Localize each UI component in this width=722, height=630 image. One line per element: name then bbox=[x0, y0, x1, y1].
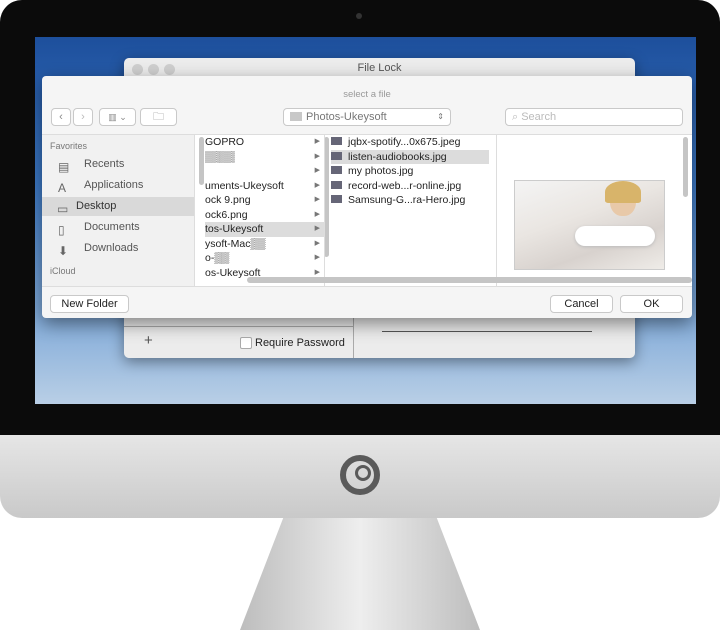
folder-icon bbox=[290, 112, 302, 121]
row-label: ▒▒▒▒ bbox=[205, 150, 235, 163]
sidebar-item-downloads[interactable]: ⬇ Downloads bbox=[50, 239, 192, 258]
applications-icon: A bbox=[58, 181, 67, 195]
scrollbar[interactable] bbox=[199, 137, 204, 185]
sidebar-item-desktop[interactable]: ▭ Desktop bbox=[42, 197, 194, 216]
row-label: ysoft-Mac▒▒ bbox=[205, 237, 266, 250]
scrollbar[interactable] bbox=[683, 137, 688, 197]
require-password-checkbox[interactable] bbox=[240, 337, 252, 349]
view-mode-button[interactable]: ▥ ⌄ bbox=[99, 108, 136, 126]
sidebar-item-label: Recents bbox=[84, 158, 125, 170]
file-row[interactable]: my photos.jpg bbox=[331, 164, 489, 179]
window-title: File Lock bbox=[357, 62, 402, 74]
forward-button[interactable]: › bbox=[73, 108, 93, 126]
sidebar-item-applications[interactable]: A Applications bbox=[50, 176, 192, 195]
browser-column-1: GOPRO ▶ ▒▒▒▒ ▶ ▶ uments-Ukeysoft ▶ ock 9.png ▶ oc… bbox=[194, 135, 324, 286]
bottom-bar: + Require Password bbox=[124, 326, 353, 358]
sidebar-item-label: Applications bbox=[84, 179, 144, 191]
disclosure-arrow-icon: ▶ bbox=[314, 210, 320, 218]
columns-icon: ▥ ⌄ bbox=[108, 112, 127, 122]
dialog-prompt: select a file bbox=[343, 89, 391, 100]
row-label: uments-Ukeysoft bbox=[205, 179, 284, 192]
image-file-icon bbox=[331, 180, 342, 189]
search-icon: ⌕ bbox=[512, 111, 522, 123]
search-input[interactable]: ⌕ Search bbox=[505, 108, 683, 126]
sidebar-item-recents[interactable]: ▤ Recents bbox=[50, 155, 192, 174]
row-label: listen-audiobooks.jpg bbox=[348, 150, 447, 163]
person-body bbox=[575, 226, 655, 246]
row-label: tos-Ukeysoft bbox=[205, 223, 264, 235]
location-label: Photos-Ukeysoft bbox=[306, 111, 387, 123]
folder-row[interactable]: ysoft-Mac▒▒ ▶ bbox=[205, 237, 324, 252]
open-file-dialog: select a file ‹ › ▥ ⌄ 🗀 Photos-Ukeysoft … bbox=[42, 76, 692, 318]
folder-row[interactable]: o-▒▒ ▶ bbox=[205, 251, 324, 266]
folder-row[interactable]: uments-Ukeysoft ▶ bbox=[205, 179, 324, 194]
scrollbar[interactable] bbox=[325, 137, 329, 257]
recents-icon: ▤ bbox=[58, 160, 70, 174]
ok-button[interactable]: OK bbox=[620, 295, 683, 313]
desktop-icon: ▭ bbox=[57, 202, 69, 216]
file-row[interactable]: Samsung-G...ra-Hero.jpg bbox=[331, 193, 489, 208]
location-popup[interactable]: Photos-Ukeysoft ⇕ bbox=[283, 108, 451, 126]
preview-image bbox=[514, 180, 665, 270]
lock-logo-icon bbox=[340, 455, 380, 495]
person-hair bbox=[605, 181, 641, 203]
sidebar-item-label: Documents bbox=[84, 221, 140, 233]
documents-icon: ▯ bbox=[58, 223, 65, 237]
search-placeholder: Search bbox=[521, 111, 557, 123]
image-file-icon bbox=[331, 137, 342, 145]
folder-row[interactable]: ock6.png ▶ bbox=[205, 208, 324, 223]
disclosure-arrow-icon: ▶ bbox=[314, 239, 320, 247]
folder-row[interactable]: ock 9.png ▶ bbox=[205, 193, 324, 208]
folder-row[interactable]: ▒▒▒▒ ▶ bbox=[205, 150, 324, 165]
icloud-heading: iCloud bbox=[50, 266, 76, 276]
image-file-icon bbox=[331, 151, 342, 160]
divider bbox=[382, 331, 592, 332]
folder-row[interactable]: tos-Ukeysoft ▶ bbox=[205, 222, 324, 237]
row-label: my photos.jpg bbox=[348, 165, 414, 177]
camera bbox=[356, 13, 362, 19]
disclosure-arrow-icon: ▶ bbox=[314, 138, 320, 145]
row-label: Samsung-G...ra-Hero.jpg bbox=[348, 194, 466, 206]
downloads-icon: ⬇ bbox=[58, 244, 69, 258]
file-row[interactable]: listen-audiobooks.jpg bbox=[331, 149, 489, 164]
row-label: jqbx-spotify...0x675.jpeg bbox=[348, 136, 461, 148]
screen: File Lock + Require Password select a fi… bbox=[35, 37, 696, 404]
folder-row[interactable]: GOPRO ▶ bbox=[205, 135, 324, 150]
sidebar: Favorites ▤ Recents A Applications ▭ Deskto… bbox=[42, 135, 194, 286]
row-label: o-▒▒ bbox=[205, 252, 230, 264]
row-label: record-web...r-online.jpg bbox=[348, 179, 462, 192]
new-folder-button[interactable]: New Folder bbox=[50, 295, 129, 313]
favorites-heading: Favorites bbox=[50, 141, 88, 151]
folder-icon: 🗀 bbox=[153, 111, 164, 123]
preview-pane bbox=[496, 135, 692, 286]
folder-row[interactable]: ▶ bbox=[205, 164, 324, 179]
image-file-icon bbox=[331, 166, 342, 174]
add-button[interactable]: + bbox=[144, 332, 153, 349]
disclosure-arrow-icon: ▶ bbox=[314, 196, 320, 203]
file-row[interactable]: jqbx-spotify...0x675.jpeg bbox=[331, 135, 489, 150]
sidebar-item-label: Downloads bbox=[84, 242, 139, 254]
disclosure-arrow-icon: ▶ bbox=[314, 225, 320, 232]
row-label: ock 9.png bbox=[205, 194, 251, 206]
new-folder-icon-button[interactable]: 🗀 bbox=[140, 108, 177, 126]
browser-column-2: jqbx-spotify...0x675.jpeg listen-audioboo… bbox=[324, 135, 496, 286]
cancel-button[interactable]: Cancel bbox=[550, 295, 613, 313]
monitor-stand bbox=[240, 518, 480, 630]
require-password-label: Require Password bbox=[255, 337, 345, 349]
image-file-icon bbox=[331, 195, 342, 203]
disclosure-arrow-icon: ▶ bbox=[314, 254, 320, 261]
disclosure-arrow-icon: ▶ bbox=[314, 167, 320, 174]
sidebar-item-label: Desktop bbox=[76, 200, 117, 212]
row-label: GOPRO bbox=[205, 136, 245, 148]
sidebar-item-documents[interactable]: ▯ Documents bbox=[50, 218, 192, 237]
row-label: ock6.png bbox=[205, 208, 248, 221]
divider bbox=[353, 318, 354, 358]
back-button[interactable]: ‹ bbox=[51, 108, 71, 126]
file-row[interactable]: record-web...r-online.jpg bbox=[331, 179, 489, 194]
updown-icon: ⇕ bbox=[437, 112, 444, 121]
disclosure-arrow-icon: ▶ bbox=[314, 152, 320, 160]
disclosure-arrow-icon: ▶ bbox=[314, 181, 320, 189]
divider bbox=[42, 286, 692, 287]
horizontal-scrollbar[interactable] bbox=[247, 277, 692, 283]
